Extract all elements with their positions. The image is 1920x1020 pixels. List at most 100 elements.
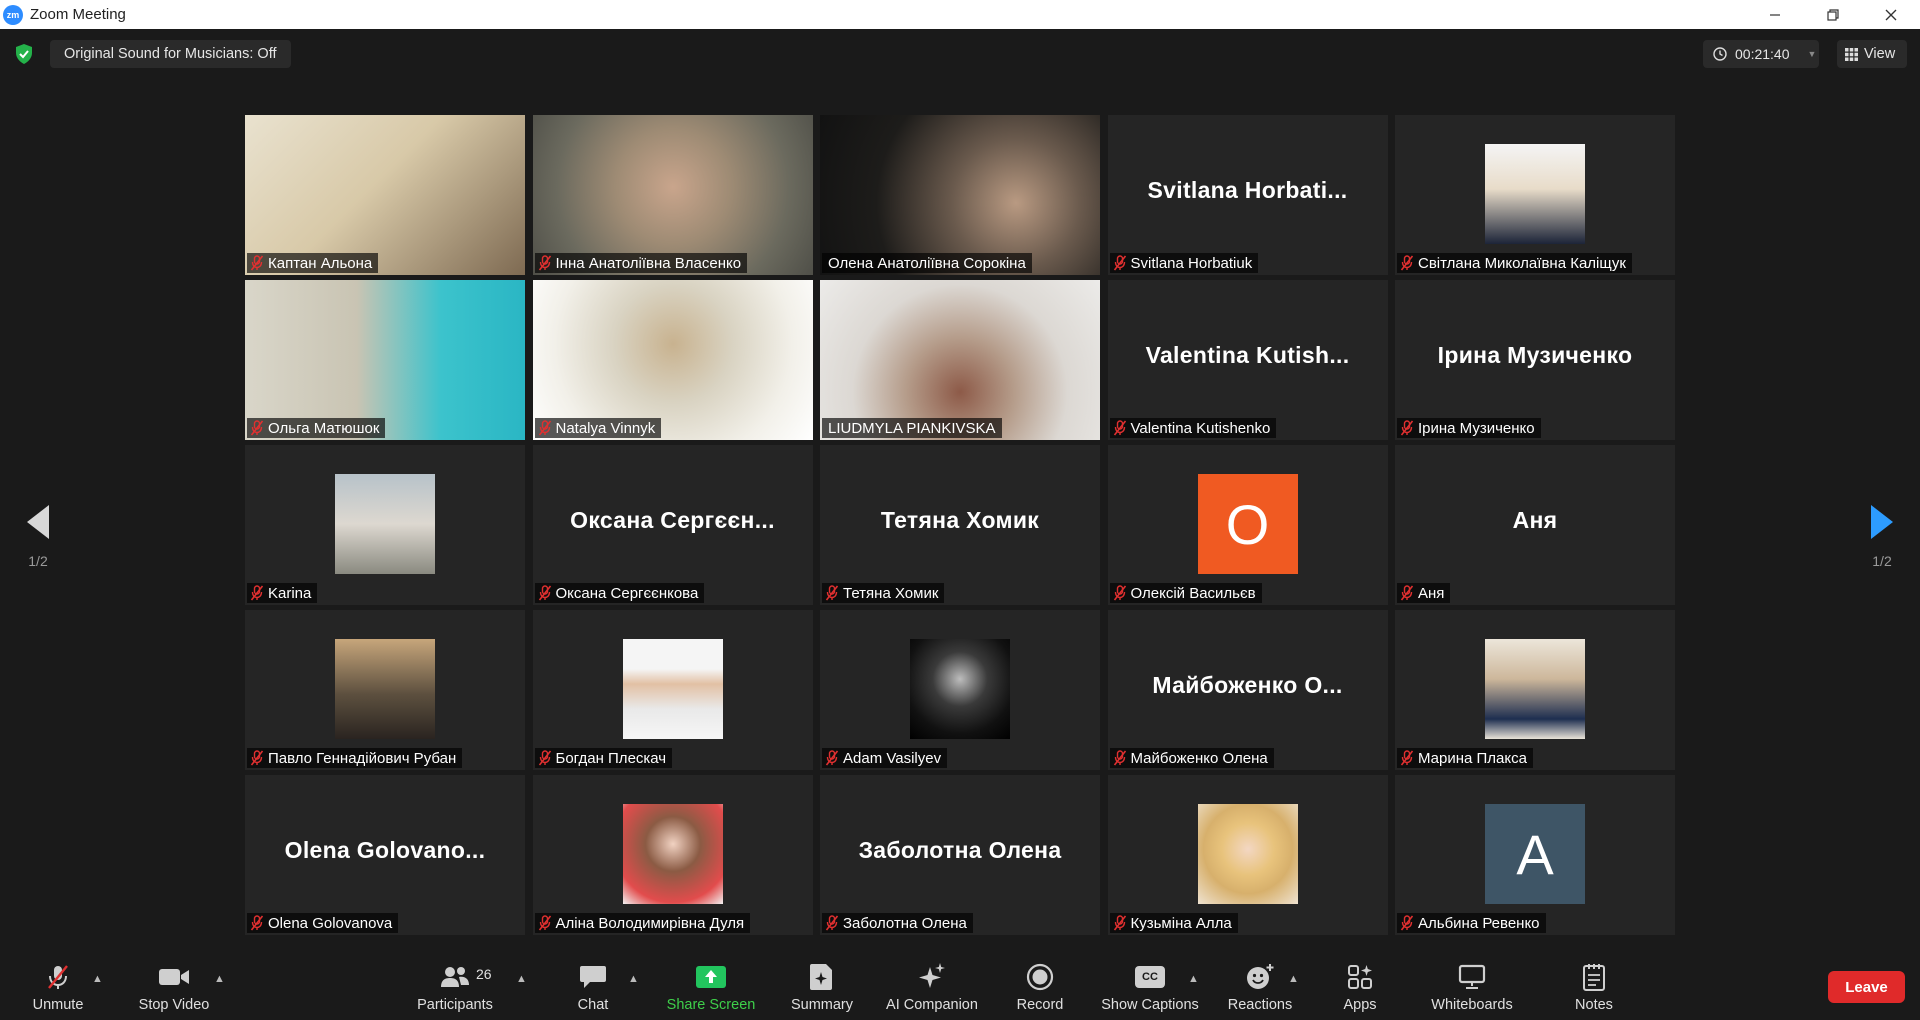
participant-display-name: Майбоженко О...: [1152, 672, 1343, 698]
reactions-emoji-icon: [1247, 964, 1274, 989]
participant-tile[interactable]: Заболотна Олена Заболотна Олена: [820, 775, 1100, 935]
unmute-label: Unmute: [32, 997, 84, 1013]
participant-tile[interactable]: Аліна Володимирівна Дуля: [532, 775, 813, 935]
participant-tile[interactable]: Svitlana Horbati... Svitlana Horbatiuk: [1107, 115, 1388, 275]
participant-name: Каптан Альона: [268, 254, 373, 272]
microphone-muted-icon: [1400, 255, 1414, 271]
encryption-shield-icon[interactable]: [15, 44, 33, 64]
participant-tile[interactable]: Світлана Миколаївна Каліщук: [1395, 115, 1675, 275]
close-button[interactable]: [1862, 0, 1920, 29]
reactions-button[interactable]: Reactions: [1222, 953, 1298, 1020]
participants-options-chevron-icon[interactable]: ▲: [516, 973, 527, 985]
meeting-toolbar: Unmute ▲ Stop Video ▲ Participants 26 ▲: [0, 953, 1920, 1020]
participant-name-tag: Павло Геннадійович Рубан: [247, 748, 463, 768]
original-sound-status[interactable]: Original Sound for Musicians: Off: [50, 40, 291, 68]
chat-options-chevron-icon[interactable]: ▲: [628, 973, 639, 985]
microphone-muted-icon: [1113, 750, 1126, 766]
chat-label: Chat: [577, 997, 609, 1013]
participant-tile[interactable]: Adam Vasilyev: [820, 610, 1100, 770]
microphone-muted-icon: [538, 585, 551, 601]
participant-tile[interactable]: Ольга Матюшок: [245, 280, 525, 440]
participant-tile[interactable]: Олена Анатоліївна Сорокіна: [820, 115, 1100, 275]
participant-video: [532, 115, 813, 275]
participant-display-name: Olena Golovano...: [284, 837, 486, 863]
share-screen-button[interactable]: Share Screen: [664, 953, 758, 1020]
meeting-top-bar: Original Sound for Musicians: Off 00:21:…: [0, 29, 1920, 77]
participant-tile[interactable]: Каптан Альона: [245, 115, 525, 275]
participant-tile[interactable]: LIUDMYLA PIANKIVSKA: [820, 280, 1100, 440]
reactions-label: Reactions: [1227, 997, 1293, 1013]
participant-name-tag: Valentina Kutishenko: [1109, 418, 1277, 438]
participant-tile[interactable]: Natalya Vinnyk: [532, 280, 813, 440]
participant-name: Ольга Матюшок: [268, 419, 380, 437]
stop-video-button[interactable]: Stop Video: [132, 953, 216, 1020]
microphone-muted-icon: [250, 915, 264, 931]
participant-name: Майбоженко Олена: [1130, 749, 1268, 767]
participant-tile[interactable]: Майбоженко О... Майбоженко Олена: [1107, 610, 1388, 770]
participant-name: Ірина Музиченко: [1418, 419, 1535, 437]
participant-tile[interactable]: Інна Анатоліївна Власенко: [532, 115, 813, 275]
participant-tile[interactable]: A Альбина Ревенко: [1395, 775, 1675, 935]
participant-name-tag: Olena Golovanova: [247, 913, 399, 933]
chat-button[interactable]: Chat: [565, 953, 621, 1020]
participant-name-tag: Олексій Васильєв: [1109, 583, 1262, 603]
participant-tile[interactable]: Богдан Плескач: [532, 610, 813, 770]
participant-avatar: [910, 639, 1010, 739]
show-captions-button[interactable]: CC Show Captions: [1096, 953, 1204, 1020]
participant-name: Valentina Kutishenko: [1130, 419, 1271, 437]
participant-avatar: [1485, 144, 1585, 244]
next-page-nav[interactable]: 1/2: [1867, 505, 1897, 569]
participant-tile[interactable]: Karina: [245, 445, 525, 605]
video-options-chevron-icon[interactable]: ▲: [214, 973, 225, 985]
participant-name: Natalya Vinnyk: [555, 419, 656, 437]
participant-tile[interactable]: Павло Геннадійович Рубан: [245, 610, 525, 770]
restore-button[interactable]: [1804, 0, 1862, 29]
participant-name-tag: Кузьміна Алла: [1109, 913, 1238, 933]
participant-tile[interactable]: Аня Аня: [1395, 445, 1675, 605]
participant-tile[interactable]: Ірина Музиченко Ірина Музиченко: [1395, 280, 1675, 440]
arrow-right-icon[interactable]: [1871, 505, 1893, 539]
apps-button[interactable]: Apps: [1330, 953, 1390, 1020]
microphone-muted-icon: [1113, 585, 1126, 601]
meeting-timer[interactable]: 00:21:40 ▼: [1703, 40, 1819, 68]
audio-options-chevron-icon[interactable]: ▲: [92, 973, 103, 985]
participant-name-tag: Natalya Vinnyk: [534, 418, 662, 438]
microphone-muted-icon: [1113, 915, 1126, 931]
view-button[interactable]: View: [1837, 40, 1907, 68]
participant-tile[interactable]: Оксана Сергєєн... Оксана Сергєєнкова: [532, 445, 813, 605]
chat-bubble-icon: [580, 966, 606, 988]
closed-captions-icon: CC: [1135, 966, 1165, 988]
minimize-button[interactable]: [1746, 0, 1804, 29]
participant-video: [820, 280, 1100, 440]
participant-avatar: [1485, 639, 1585, 739]
participant-name-tag: Альбина Ревенко: [1397, 913, 1546, 933]
participant-name-tag: Аня: [1397, 583, 1451, 603]
reactions-options-chevron-icon[interactable]: ▲: [1288, 973, 1299, 985]
summary-button[interactable]: Summary: [785, 953, 859, 1020]
ai-companion-button[interactable]: AI Companion: [880, 953, 984, 1020]
participant-name-tag: Заболотна Олена: [822, 913, 973, 933]
minimize-icon: [1770, 13, 1780, 16]
participant-tile[interactable]: Марина Плакса: [1395, 610, 1675, 770]
participants-button[interactable]: Participants: [410, 953, 500, 1020]
whiteboards-button[interactable]: Whiteboards: [1422, 953, 1522, 1020]
participants-label: Participants: [417, 997, 493, 1013]
participant-tile[interactable]: Valentina Kutish... Valentina Kutishenko: [1107, 280, 1388, 440]
leave-button[interactable]: Leave: [1828, 971, 1905, 1003]
participant-tile[interactable]: O Олексій Васильєв: [1107, 445, 1388, 605]
arrow-left-icon[interactable]: [27, 505, 49, 539]
participant-tile[interactable]: Тетяна Хомик Тетяна Хомик: [820, 445, 1100, 605]
participant-name: Olena Golovanova: [268, 914, 393, 932]
timer-text: 00:21:40: [1735, 46, 1790, 62]
participant-tile[interactable]: Кузьміна Алла: [1107, 775, 1388, 935]
microphone-muted-icon: [1113, 255, 1126, 271]
captions-options-chevron-icon[interactable]: ▲: [1188, 973, 1199, 985]
participant-name: Олена Анатоліївна Сорокіна: [828, 254, 1026, 272]
record-button[interactable]: Record: [1010, 953, 1070, 1020]
participant-tile[interactable]: Olena Golovano... Olena Golovanova: [245, 775, 525, 935]
previous-page-nav[interactable]: 1/2: [23, 505, 53, 569]
microphone-muted-icon: [825, 915, 839, 931]
participant-name-tag: Adam Vasilyev: [822, 748, 948, 768]
notes-button[interactable]: Notes: [1565, 953, 1623, 1020]
unmute-button[interactable]: Unmute: [22, 953, 94, 1020]
